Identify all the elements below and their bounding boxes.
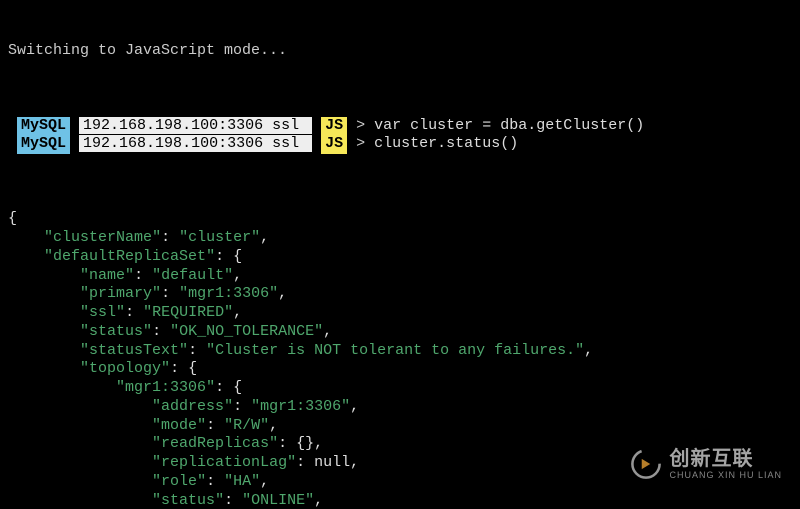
mysql-badge: MySQL xyxy=(17,135,70,154)
shell-prompt-line: MySQL 192.168.198.100:3306 ssl JS > clus… xyxy=(8,135,792,154)
mysql-badge: MySQL xyxy=(17,117,70,136)
command-text: var cluster = dba.getCluster() xyxy=(374,117,644,134)
shell-prompt-line: MySQL 192.168.198.100:3306 ssl JS > var … xyxy=(8,117,792,136)
mode-switch-message: Switching to JavaScript mode... xyxy=(8,42,792,61)
host-info: 192.168.198.100:3306 ssl xyxy=(79,117,312,134)
js-badge: JS xyxy=(321,117,347,136)
json-output: { "clusterName": "cluster", "defaultRepl… xyxy=(8,210,792,509)
command-text: cluster.status() xyxy=(374,135,518,152)
js-badge: JS xyxy=(321,135,347,154)
terminal[interactable]: Switching to JavaScript mode... MySQL 19… xyxy=(0,0,800,509)
prompt-arrow: > xyxy=(356,135,365,152)
host-info: 192.168.198.100:3306 ssl xyxy=(79,135,312,152)
prompt-arrow: > xyxy=(356,117,365,134)
